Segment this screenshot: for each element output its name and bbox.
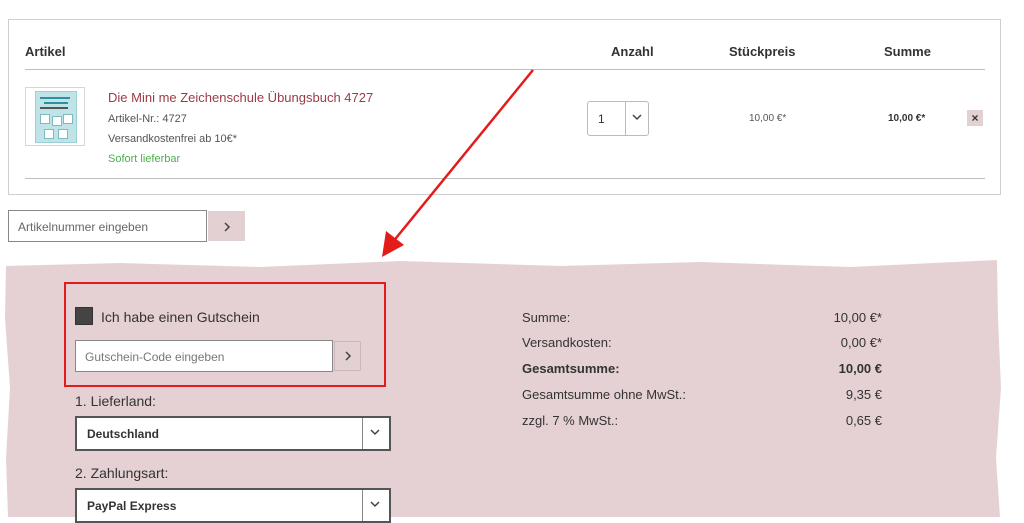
article-number-submit-button[interactable] [208,211,245,241]
voucher-submit-button[interactable] [334,341,361,371]
quantity-value: 1 [598,112,605,126]
product-thumbnail[interactable] [25,87,85,146]
sum-label: Summe: [522,310,571,325]
delivery-country-select[interactable]: Deutschland [75,416,391,451]
delivery-country-label: 1. Lieferland: [75,393,156,409]
voucher-checkbox[interactable] [75,307,93,325]
delivery-country-value: Deutschland [87,427,160,441]
article-number-placeholder: Artikelnummer eingeben [18,220,149,234]
header-unit-price: Stückpreis [729,44,796,59]
article-number-input[interactable]: Artikelnummer eingeben [8,210,207,242]
chevron-down-icon [632,110,642,124]
chevron-down-icon [370,425,380,439]
header-total: Summe [884,44,931,59]
remove-item-button[interactable]: × [967,110,983,126]
payment-method-label: 2. Zahlungsart: [75,465,169,481]
shipping-label: Versandkosten: [522,335,612,350]
vat-value: 0,65 € [845,413,882,428]
header-article: Artikel [25,44,66,59]
product-article-number: Artikel-Nr.: 4727 [108,113,187,125]
vat-label: zzgl. 7 % MwSt.: [522,413,619,428]
header-quantity: Anzahl [611,44,654,59]
quantity-select[interactable]: 1 [587,101,649,136]
voucher-code-input[interactable]: Gutschein-Code eingeben [75,340,333,372]
payment-method-select[interactable]: PayPal Express [75,488,391,523]
select-separator [362,418,363,449]
net-total-label: Gesamtsumme ohne MwSt.: [522,387,686,402]
sum-value: 10,00 €* [833,310,882,325]
net-total-value: 9,35 € [845,387,882,402]
product-availability: Sofort lieferbar [108,153,181,165]
red-annotation-arrow-icon [382,69,534,257]
quantity-separator [625,102,626,135]
select-separator [362,490,363,521]
grand-total-label: Gesamtsumme: [522,361,620,376]
grand-total-value: 10,00 € [838,361,882,376]
voucher-checkbox-label[interactable]: Ich habe einen Gutschein [101,309,260,325]
product-shipping-note: Versandkostenfrei ab 10€* [108,133,238,145]
shipping-value: 0,00 €* [840,335,882,350]
payment-method-value: PayPal Express [87,499,177,513]
unit-price: 10,00 €* [749,113,787,124]
line-total: 10,00 €* [888,113,926,124]
product-title-link[interactable]: Die Mini me Zeichenschule Übungsbuch 472… [108,90,373,105]
chevron-down-icon [370,497,380,511]
voucher-code-placeholder: Gutschein-Code eingeben [85,350,225,364]
